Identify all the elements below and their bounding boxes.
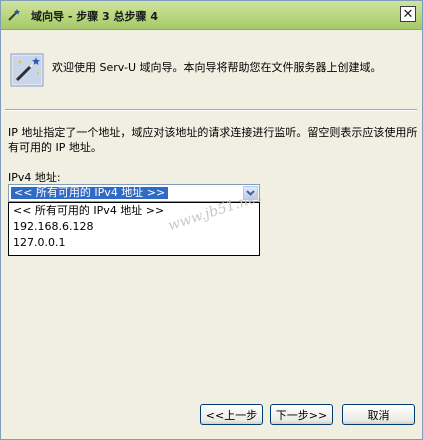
wizard-icon bbox=[10, 53, 44, 87]
wizard-header: 欢迎使用 Serv-U 域向导。本向导将帮助您在文件服务器上创建域。 bbox=[1, 30, 422, 106]
close-button[interactable]: ✕ bbox=[400, 6, 416, 22]
window-title: 域向导 - 步骤 3 总步骤 4 bbox=[31, 10, 159, 23]
cancel-button[interactable]: 取消 bbox=[342, 404, 415, 425]
ipv4-selected-value: << 所有可用的 IPv4 地址 >> bbox=[11, 187, 169, 199]
ipv4-label: IPv4 地址: bbox=[8, 171, 61, 184]
title-bar[interactable]: 域向导 - 步骤 3 总步骤 4 ✕ bbox=[1, 1, 422, 30]
ipv4-select[interactable]: << 所有可用的 IPv4 地址 >> bbox=[8, 184, 260, 202]
ip-description: IP 地址指定了一个地址，域应对该地址的请求连接进行监听。留空则表示应该使用所有… bbox=[8, 126, 418, 154]
wizard-wand-icon bbox=[8, 9, 20, 21]
close-icon: ✕ bbox=[402, 6, 414, 22]
ipv4-option-127-0-0-1[interactable]: 127.0.0.1 bbox=[9, 235, 259, 251]
wizard-window: 域向导 - 步骤 3 总步骤 4 ✕ 欢迎使用 Serv-U 域向导。本向导将帮… bbox=[0, 0, 423, 440]
back-button[interactable]: <<上一步 bbox=[200, 404, 263, 425]
next-button[interactable]: 下一步>> bbox=[270, 404, 333, 425]
header-welcome-text: 欢迎使用 Serv-U 域向导。本向导将帮助您在文件服务器上创建域。 bbox=[52, 61, 382, 74]
ipv4-option-192-168-6-128[interactable]: 192.168.6.128 bbox=[9, 219, 259, 235]
header-divider bbox=[5, 109, 417, 111]
